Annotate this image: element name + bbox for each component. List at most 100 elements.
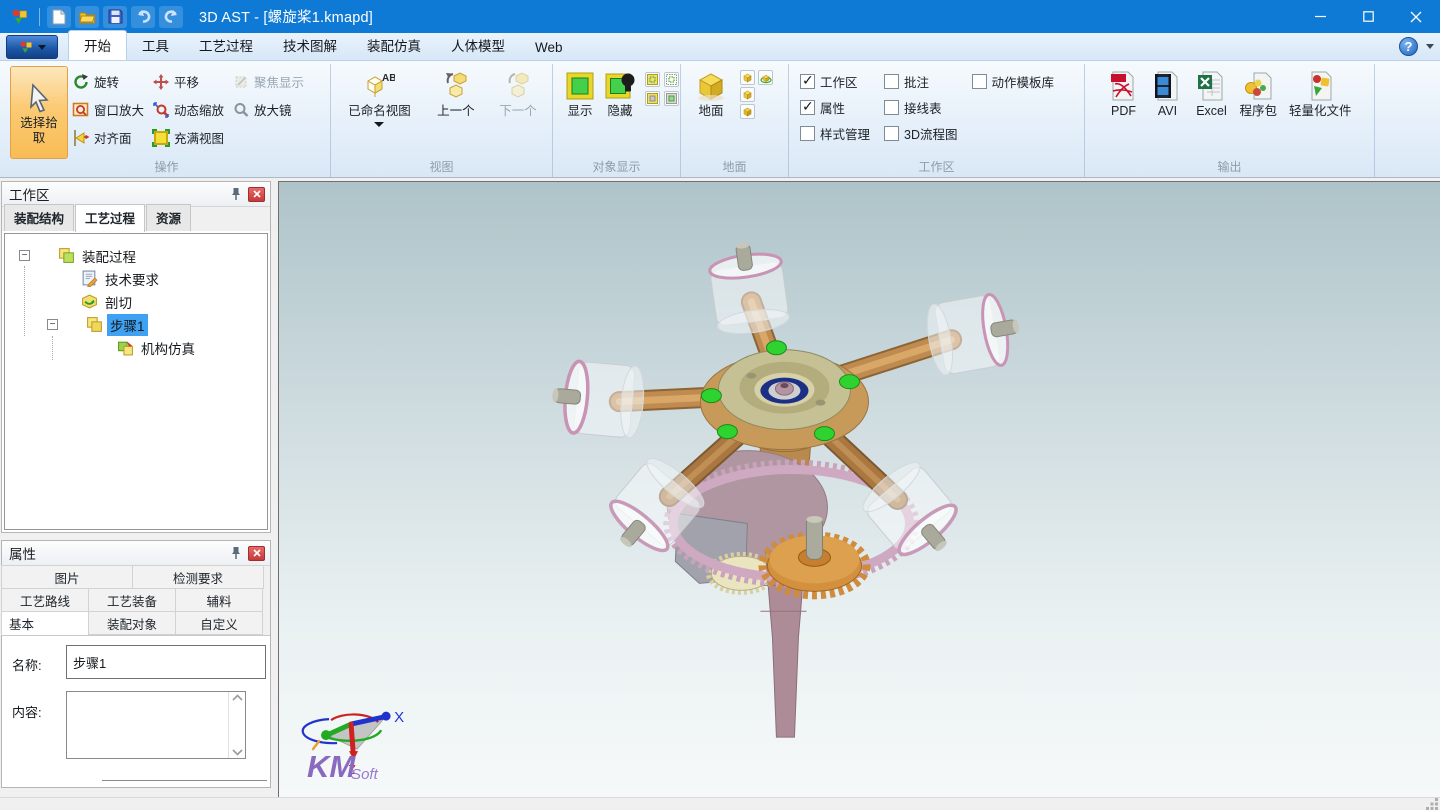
checkbox-wiring-table[interactable]: 接线表: [884, 98, 957, 117]
checkbox-3d-flowchart[interactable]: 3D流程图: [884, 124, 957, 143]
redo-button[interactable]: [159, 6, 183, 28]
props-tab-picture[interactable]: 图片: [1, 565, 133, 589]
quick-access-toolbar: [0, 6, 183, 28]
show-button[interactable]: 显示: [560, 66, 600, 159]
cube-ring-icon: [760, 72, 772, 84]
app-menu-button[interactable]: [6, 35, 58, 59]
new-file-button[interactable]: [47, 6, 71, 28]
props-tab-assembly-object[interactable]: 装配对象: [88, 611, 176, 635]
undo-button[interactable]: [131, 6, 155, 28]
tab-start[interactable]: 开始: [68, 30, 127, 60]
svg-text:AB: AB: [382, 73, 395, 84]
props-tab-process-route[interactable]: 工艺路线: [1, 588, 89, 612]
tab-tech-illustration[interactable]: 技术图解: [268, 31, 352, 60]
select-pick-button[interactable]: 选择拾取: [10, 66, 68, 159]
tab-tools[interactable]: 工具: [127, 31, 184, 60]
align-face-button[interactable]: 对齐面: [68, 125, 148, 150]
display-option-3-button[interactable]: [645, 91, 660, 106]
ground-option-1-button[interactable]: [740, 70, 755, 85]
rotate-button[interactable]: 旋转: [68, 69, 148, 94]
export-pdf-button[interactable]: PDF: [1103, 66, 1143, 159]
tab-human-model[interactable]: 人体模型: [436, 31, 520, 60]
checkbox-style-manager[interactable]: 样式管理: [800, 124, 870, 143]
tree-item-mechanism-simulation[interactable]: 机构仿真: [5, 336, 267, 359]
checkbox-icon: [800, 126, 815, 141]
export-package-button[interactable]: 程序包: [1235, 66, 1281, 159]
export-avi-button[interactable]: AVI: [1147, 66, 1187, 159]
props-tab-process-equipment[interactable]: 工艺装备: [88, 588, 176, 612]
tab-web[interactable]: Web: [520, 36, 578, 60]
ground-cube-icon: [695, 70, 727, 102]
workspace-panel-close-button[interactable]: [248, 187, 265, 202]
props-tab-custom[interactable]: 自定义: [175, 611, 263, 635]
ground-option-4-button[interactable]: [740, 104, 755, 119]
export-lightweight-button[interactable]: 轻量化文件: [1285, 66, 1356, 159]
scroll-down-icon[interactable]: [232, 749, 243, 756]
tree-item-assembly-process[interactable]: 装配过程: [5, 244, 267, 267]
window-zoom-button[interactable]: 窗口放大: [68, 97, 148, 122]
next-view-button[interactable]: 下一个: [491, 66, 545, 159]
window-title: 3D AST - [螺旋桨1.kmapd]: [199, 6, 373, 27]
named-views-icon: AB: [363, 70, 395, 102]
save-button[interactable]: [103, 6, 127, 28]
viewport-background: [279, 182, 1440, 797]
open-file-button[interactable]: [75, 6, 99, 28]
export-excel-button[interactable]: Excel: [1191, 66, 1231, 159]
content-textarea[interactable]: [66, 691, 246, 759]
tab-assembly-sim[interactable]: 装配仿真: [352, 31, 436, 60]
tree-item-section[interactable]: 剖切: [5, 290, 267, 313]
pin-icon[interactable]: [230, 187, 242, 201]
content-scrollbar[interactable]: [228, 692, 245, 758]
tree-item-tech-requirements[interactable]: 技术要求: [5, 267, 267, 290]
tree-item-step1[interactable]: 步骤1: [5, 313, 267, 336]
workspace-panel: 工作区 装配结构 工艺过程 资源 装配过程: [1, 181, 271, 533]
properties-panel-close-button[interactable]: [248, 546, 265, 561]
dynamic-zoom-button[interactable]: 动态缩放: [148, 97, 228, 122]
excel-icon: [1195, 70, 1227, 102]
open-folder-icon: [79, 10, 96, 24]
tab-process[interactable]: 工艺过程: [184, 31, 268, 60]
dock-filler: [1, 788, 271, 797]
viewport-3d[interactable]: X Z KM Soft: [278, 181, 1440, 797]
focus-display-button[interactable]: 聚焦显示: [228, 69, 308, 94]
scroll-up-icon[interactable]: [232, 694, 243, 701]
ribbon-options-chevron-icon[interactable]: [1426, 44, 1434, 49]
display-option-4-button[interactable]: [664, 91, 679, 106]
display-option-2-button[interactable]: [664, 72, 679, 87]
workspace-tab-resources[interactable]: 资源: [146, 204, 191, 231]
ground-option-3-button[interactable]: [740, 87, 755, 102]
titlebar: 3D AST - [螺旋桨1.kmapd]: [0, 0, 1440, 33]
maximize-button[interactable]: [1344, 0, 1392, 33]
fit-view-button[interactable]: 充满视图: [148, 125, 228, 150]
workspace-tab-process[interactable]: 工艺过程: [75, 204, 145, 232]
help-button[interactable]: [1399, 37, 1418, 56]
ground-button[interactable]: 地面: [688, 66, 734, 159]
named-views-button[interactable]: AB 已命名视图: [338, 66, 421, 159]
resize-grip[interactable]: [1426, 798, 1439, 810]
props-tab-auxiliary[interactable]: 辅料: [175, 588, 263, 612]
small-cube-icon: [742, 72, 753, 83]
hide-button[interactable]: 隐藏: [600, 66, 640, 159]
checkbox-action-template-lib[interactable]: 动作模板库: [972, 72, 1055, 91]
workspace-tab-assembly-structure[interactable]: 装配结构: [4, 204, 74, 231]
checkbox-properties[interactable]: 属性: [800, 98, 870, 117]
ground-option-2-button[interactable]: [758, 70, 773, 85]
display-option-1-button[interactable]: [645, 72, 660, 87]
magnifier-button[interactable]: 放大镜: [228, 97, 308, 122]
expander-icon[interactable]: [47, 319, 58, 330]
close-button[interactable]: [1392, 0, 1440, 33]
checkbox-annotation[interactable]: 批注: [884, 72, 957, 91]
window-zoom-icon: [72, 101, 90, 119]
minimize-button[interactable]: [1296, 0, 1344, 33]
pin-icon[interactable]: [230, 546, 242, 560]
group-label-ground: 地面: [681, 158, 788, 175]
dynamic-zoom-icon: [152, 101, 170, 119]
pan-button[interactable]: 平移: [148, 69, 228, 94]
properties-panel: 属性 图片 检测要求 工艺路线 工艺装备 辅料 基本 装配对象 自定义: [1, 540, 271, 788]
name-input[interactable]: [66, 645, 266, 679]
previous-view-button[interactable]: 上一个: [427, 66, 485, 159]
props-tab-basic[interactable]: 基本: [1, 611, 89, 635]
props-tab-inspection[interactable]: 检测要求: [132, 565, 264, 589]
checkbox-workspace[interactable]: 工作区: [800, 72, 870, 91]
expander-icon[interactable]: [19, 250, 30, 261]
